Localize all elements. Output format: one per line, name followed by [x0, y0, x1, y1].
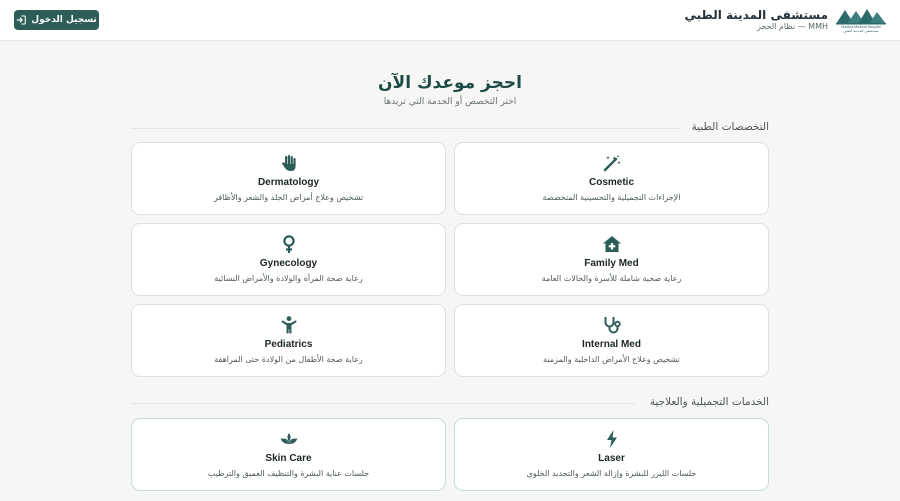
card-name: Internal Med — [582, 339, 641, 350]
card-description: تشخيص وعلاج أمراض الجلد والشعر والأظافر — [213, 193, 364, 202]
specialty-card-family-med[interactable]: Family Med رعاية صحية شاملة للأسرة والحا… — [454, 223, 769, 296]
login-button[interactable]: تسجيل الدخول — [14, 10, 99, 30]
card-description: جلسات عناية البشرة والتنظيف العميق والتر… — [207, 469, 370, 478]
section-divider — [131, 403, 636, 404]
sign-in-icon — [16, 15, 27, 25]
card-description: رعاية صحة الأطفال من الولادة حتى المراهق… — [214, 355, 363, 364]
card-name: Dermatology — [257, 177, 320, 188]
logo-text-ar: مستشفى المدينة الطبي — [843, 28, 879, 33]
page-title: احجز موعدك الآن — [378, 73, 522, 93]
brand-title: مستشفى المدينة الطبي — [684, 8, 828, 22]
card-description: الإجراءات التجميلية والتحسينية المتخصصة — [542, 193, 681, 202]
brand-subtitle: MMH — نظام الحجز — [756, 22, 828, 31]
login-button-label: تسجيل الدخول — [31, 15, 97, 25]
spa-icon — [132, 429, 445, 449]
specialty-card-pediatrics[interactable]: Pediatrics رعاية صحة الأطفال من الولادة … — [131, 304, 446, 377]
hand-icon — [132, 153, 445, 173]
page-subtitle: اختر التخصص أو الخدمة التي تريدها — [383, 97, 517, 107]
house-medical-icon — [455, 234, 768, 254]
brand[interactable]: Madina Medical Hospital مستشفى المدينة ا… — [684, 6, 886, 34]
top-header: Madina Medical Hospital مستشفى المدينة ا… — [0, 0, 900, 41]
service-card-laser[interactable]: Laser جلسات الليزر للبشرة وإزالة الشعر و… — [454, 418, 769, 491]
stethoscope-icon — [455, 315, 768, 335]
card-name: Skin Care — [265, 453, 312, 464]
section-title-specialties: التخصصات الطبية — [691, 121, 769, 133]
child-icon — [132, 315, 445, 335]
venus-icon — [132, 234, 445, 254]
section-divider — [131, 128, 681, 129]
mountains-logo-icon — [836, 8, 886, 24]
specialty-card-dermatology[interactable]: Dermatology تشخيص وعلاج أمراض الجلد والش… — [131, 142, 446, 215]
specialty-card-cosmetic[interactable]: Cosmetic الإجراءات التجميلية والتحسينية … — [454, 142, 769, 215]
card-name: Gynecology — [259, 258, 318, 269]
hospital-logo: Madina Medical Hospital مستشفى المدينة ا… — [836, 7, 886, 34]
card-name: Pediatrics — [264, 339, 313, 350]
section-title-services: الخدمات التجميلية والعلاجية — [649, 396, 769, 408]
card-description: جلسات الليزر للبشرة وإزالة الشعر والتجدي… — [526, 469, 697, 478]
card-description: رعاية صحة المرأة والولادة والأمراض النسا… — [214, 274, 363, 283]
bolt-icon — [455, 429, 768, 449]
magic-wand-icon — [455, 153, 768, 173]
card-description: رعاية صحية شاملة للأسرة والحالات العامة — [541, 274, 682, 283]
brand-text: مستشفى المدينة الطبي MMH — نظام الحجز — [684, 8, 828, 32]
card-description: تشخيص وعلاج الأمراض الداخلية والمزمنة — [543, 355, 680, 364]
service-card-skin-care[interactable]: Skin Care جلسات عناية البشرة والتنظيف ال… — [131, 418, 446, 491]
specialty-card-internal-med[interactable]: Internal Med تشخيص وعلاج الأمراض الداخلي… — [454, 304, 769, 377]
card-name: Family Med — [584, 258, 639, 269]
card-name: Cosmetic — [588, 177, 634, 188]
specialty-card-gynecology[interactable]: Gynecology رعاية صحة المرأة والولادة وال… — [131, 223, 446, 296]
card-name: Laser — [598, 453, 625, 464]
